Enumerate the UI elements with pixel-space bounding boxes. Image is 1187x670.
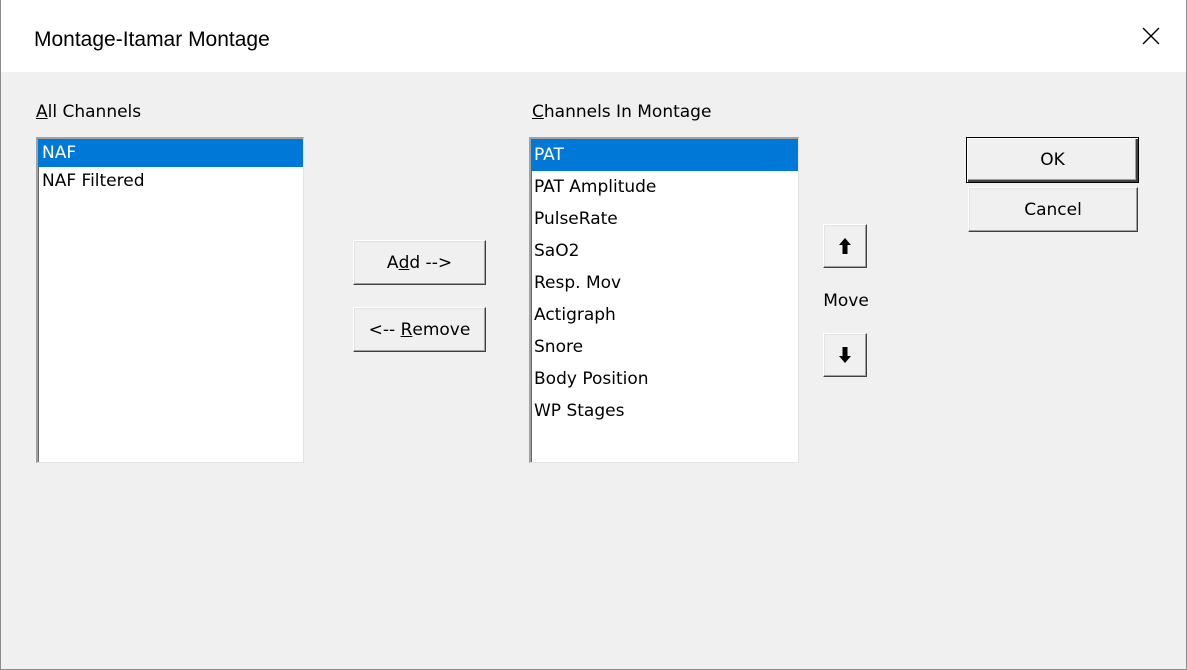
close-button[interactable] <box>1116 0 1186 72</box>
move-down-button[interactable] <box>823 333 867 377</box>
list-item[interactable]: Body Position <box>531 363 798 395</box>
title-bar: Montage-Itamar Montage <box>1 0 1186 72</box>
list-item[interactable]: PulseRate <box>531 203 798 235</box>
close-icon <box>1142 27 1160 45</box>
window-title: Montage-Itamar Montage <box>34 28 270 51</box>
all-channels-listbox[interactable]: NAF NAF Filtered <box>36 137 304 463</box>
list-item[interactable]: NAF <box>38 139 303 167</box>
ok-button[interactable]: OK <box>966 137 1139 183</box>
move-up-button[interactable] <box>823 224 867 268</box>
list-item[interactable]: NAF Filtered <box>38 167 303 195</box>
arrow-up-icon <box>838 237 852 255</box>
montage-channels-listbox[interactable]: PAT PAT Amplitude PulseRate SaO2 Resp. Mov Ac… <box>529 137 799 463</box>
list-item[interactable]: WP Stages <box>531 395 798 427</box>
montage-dialog: Montage-Itamar Montage All Channels NAF N… <box>0 0 1187 670</box>
list-item[interactable]: PAT Amplitude <box>531 171 798 203</box>
move-label: Move <box>823 291 869 311</box>
montage-channels-label: Channels In Montage <box>532 102 712 122</box>
list-item[interactable]: Resp. Mov <box>531 267 798 299</box>
list-item[interactable]: SaO2 <box>531 235 798 267</box>
list-item[interactable]: Snore <box>531 331 798 363</box>
list-item[interactable]: PAT <box>531 139 798 171</box>
all-channels-label: All Channels <box>36 102 142 122</box>
list-item[interactable]: Actigraph <box>531 299 798 331</box>
arrow-down-icon <box>838 346 852 364</box>
add-button[interactable]: Add --> <box>353 240 486 285</box>
remove-button[interactable]: <-- Remove <box>353 307 486 352</box>
cancel-button[interactable]: Cancel <box>968 187 1138 232</box>
